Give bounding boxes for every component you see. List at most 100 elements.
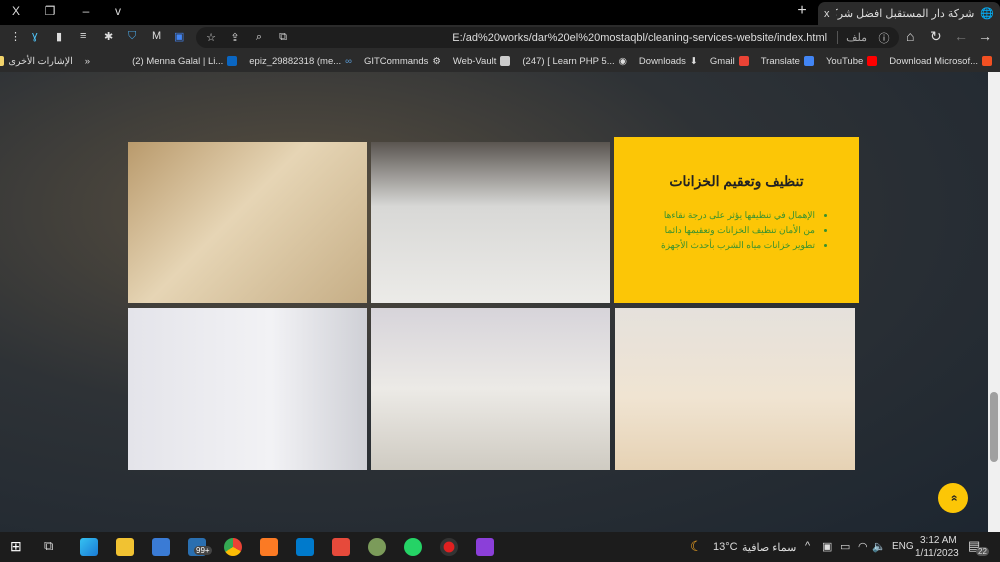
bookmark-item[interactable]: Gmail: [710, 56, 749, 67]
list-item: الإهمال في تنظيفها يؤثر على درجة نقاءها: [614, 208, 815, 223]
app-icon[interactable]: [368, 538, 386, 556]
translate-icon[interactable]: ▣: [174, 30, 184, 43]
microsoft-icon: [982, 56, 992, 66]
list-item: تطوير خزانات مياه الشرب بأحدث الأجهزة: [614, 238, 815, 253]
bookmark-label: Web-Vault: [452, 55, 497, 67]
store-icon[interactable]: [152, 538, 170, 556]
tab-bar: X ❐ – v + 🌐 شركة دار المستقبل افضل شركة …: [0, 0, 1000, 25]
bookmark-label: Download Microsof...: [889, 55, 978, 67]
moon-weather-icon: ☾: [690, 538, 703, 554]
extension-icon[interactable]: ɣ: [32, 30, 38, 42]
back-icon[interactable]: →: [978, 28, 992, 44]
sidebar-icon[interactable]: ▮: [56, 30, 62, 43]
card-list: الإهمال في تنظيفها يؤثر على درجة نقاءها …: [614, 208, 815, 253]
new-tab-button[interactable]: +: [792, 2, 812, 19]
bookmark-item[interactable]: Translate: [761, 56, 814, 67]
back-to-top-button[interactable]: »: [938, 483, 968, 513]
bookmark-item[interactable]: Downloads ⬇: [639, 56, 698, 67]
linkedin-icon: [227, 56, 238, 66]
restore-window-button[interactable]: ❐: [40, 4, 60, 20]
clock-date[interactable]: 1/11/2023: [915, 548, 959, 559]
share-icon[interactable]: ⇪: [228, 31, 242, 44]
language-indicator[interactable]: ENG: [892, 541, 914, 552]
carpet-cleaning-image: [371, 308, 610, 470]
chevron-up-icon: »: [946, 494, 960, 502]
windows-start-icon[interactable]: ⊞: [10, 538, 22, 555]
tray-app-icon[interactable]: ▣: [822, 540, 832, 553]
globe-icon: 🌐: [980, 8, 994, 20]
scrollbar-thumb[interactable]: [990, 392, 998, 462]
extensions-puzzle-icon[interactable]: ✱: [104, 30, 113, 43]
anydesk-icon[interactable]: [332, 538, 350, 556]
more-bookmarks-button[interactable]: »: [85, 56, 90, 67]
bookmark-item[interactable]: YouTube: [825, 55, 878, 67]
volume-icon[interactable]: 🔈: [872, 540, 886, 553]
bookmark-label: YouTube: [825, 55, 864, 67]
bookmark-item[interactable]: (247) [ Learn PHP 5... ◉: [522, 56, 627, 67]
gear-icon: ⚙: [432, 55, 441, 67]
download-icon: ⬇: [689, 55, 698, 67]
record-icon[interactable]: [440, 538, 458, 556]
info-icon[interactable]: ⓘ: [877, 30, 891, 46]
mail-icon[interactable]: 99+: [188, 538, 212, 556]
clock-time[interactable]: 3:12 AM: [920, 535, 957, 546]
bookmark-label: GITCommands: [363, 55, 429, 67]
address-bar[interactable]: ☆ ⇪ ⌕ ⧉ E:/ad%20works/dar%20el%20mostaqb…: [196, 27, 899, 48]
pest-control-image: [128, 308, 367, 470]
reload-icon[interactable]: ↻: [930, 28, 942, 45]
floor-polishing-image: [371, 142, 610, 303]
reading-list-icon[interactable]: ≡: [80, 30, 86, 42]
zoom-icon[interactable]: ⌕: [252, 31, 266, 44]
bookmark-item[interactable]: epiz_29882318 (me... ∞: [249, 56, 352, 67]
bookmark-label: epiz_29882318 (me...: [249, 55, 342, 67]
globe-icon: ◉: [618, 55, 627, 67]
list-item: من الأمان تنظيف الخزانات وتعقيمها دائما: [614, 223, 815, 238]
bookmark-label: (247) [ Learn PHP 5...: [522, 55, 615, 67]
close-tab-button[interactable]: x: [824, 8, 830, 20]
bookmarks-bar: Download Microsof... YouTube Translate G…: [0, 50, 1000, 72]
vscode-icon[interactable]: [296, 538, 314, 556]
home-icon[interactable]: ⌂: [906, 28, 914, 44]
file-explorer-icon[interactable]: [116, 538, 134, 556]
scrollbar[interactable]: [988, 72, 1000, 532]
chevron-up-icon[interactable]: ^: [805, 540, 810, 552]
menu-icon[interactable]: ⋮: [10, 30, 21, 43]
file-label: ملف: [837, 31, 867, 44]
notification-count: 22: [976, 547, 989, 556]
star-icon[interactable]: ☆: [204, 31, 218, 44]
edge-icon[interactable]: [80, 538, 98, 556]
gmail-ext-icon[interactable]: M: [152, 30, 161, 42]
wifi-icon[interactable]: ◠: [858, 540, 868, 553]
bookmark-item[interactable]: Download Microsof...: [889, 56, 992, 67]
cast-icon[interactable]: ⧉: [276, 31, 290, 44]
bookmark-item[interactable]: Web-Vault: [452, 55, 511, 67]
other-bookmarks-label: الإشارات الأخرى: [8, 55, 73, 67]
card-title: تنظيف وتعقيم الخزانات: [669, 173, 804, 189]
gmail-icon: [738, 56, 749, 66]
task-view-icon[interactable]: ⧉: [44, 538, 53, 554]
url-text[interactable]: E:/ad%20works/dar%20el%20mostaqbl/cleani…: [452, 32, 827, 44]
bookmark-label: (2) Menna Galal | Li...: [132, 55, 224, 67]
phpstorm-icon[interactable]: [476, 538, 494, 556]
weather-text[interactable]: سماء صافية: [742, 541, 796, 554]
battery-icon[interactable]: ▭: [840, 540, 850, 553]
taskbar: ⊞ ⧉ 99+ ☾ 13°C سماء صافية ^ ▣ ▭ ◠ 🔈 ENG …: [0, 532, 1000, 562]
forward-icon[interactable]: ←: [954, 28, 968, 44]
bookmark-label: Downloads: [638, 55, 686, 67]
xampp-icon[interactable]: [260, 538, 278, 556]
whatsapp-icon[interactable]: [404, 538, 422, 556]
bookmark-item[interactable]: (2) Menna Galal | Li...: [132, 55, 238, 67]
tab-title: شركة دار المستقبل افضل شركة تنظ: [836, 8, 975, 20]
chrome-icon[interactable]: [224, 538, 242, 556]
badge-count: 99+: [194, 546, 212, 555]
minimize-window-button[interactable]: –: [76, 4, 96, 20]
translate-icon: [803, 56, 814, 66]
temperature[interactable]: 13°C: [713, 541, 738, 553]
bookmark-item[interactable]: GITCommands ⚙: [364, 56, 441, 67]
other-bookmarks[interactable]: الإشارات الأخرى: [0, 56, 73, 67]
browser-tab[interactable]: 🌐 شركة دار المستقبل افضل شركة تنظ x: [818, 2, 1000, 25]
bitwarden-icon[interactable]: ⛉: [128, 30, 136, 43]
tab-search-button[interactable]: v: [108, 4, 128, 20]
toolbar: ⋮ ɣ ▮ ≡ ✱ ⛉ M ▣ ☆ ⇪ ⌕ ⧉ E:/ad%20works/da…: [0, 25, 1000, 50]
close-window-button[interactable]: X: [6, 4, 26, 20]
